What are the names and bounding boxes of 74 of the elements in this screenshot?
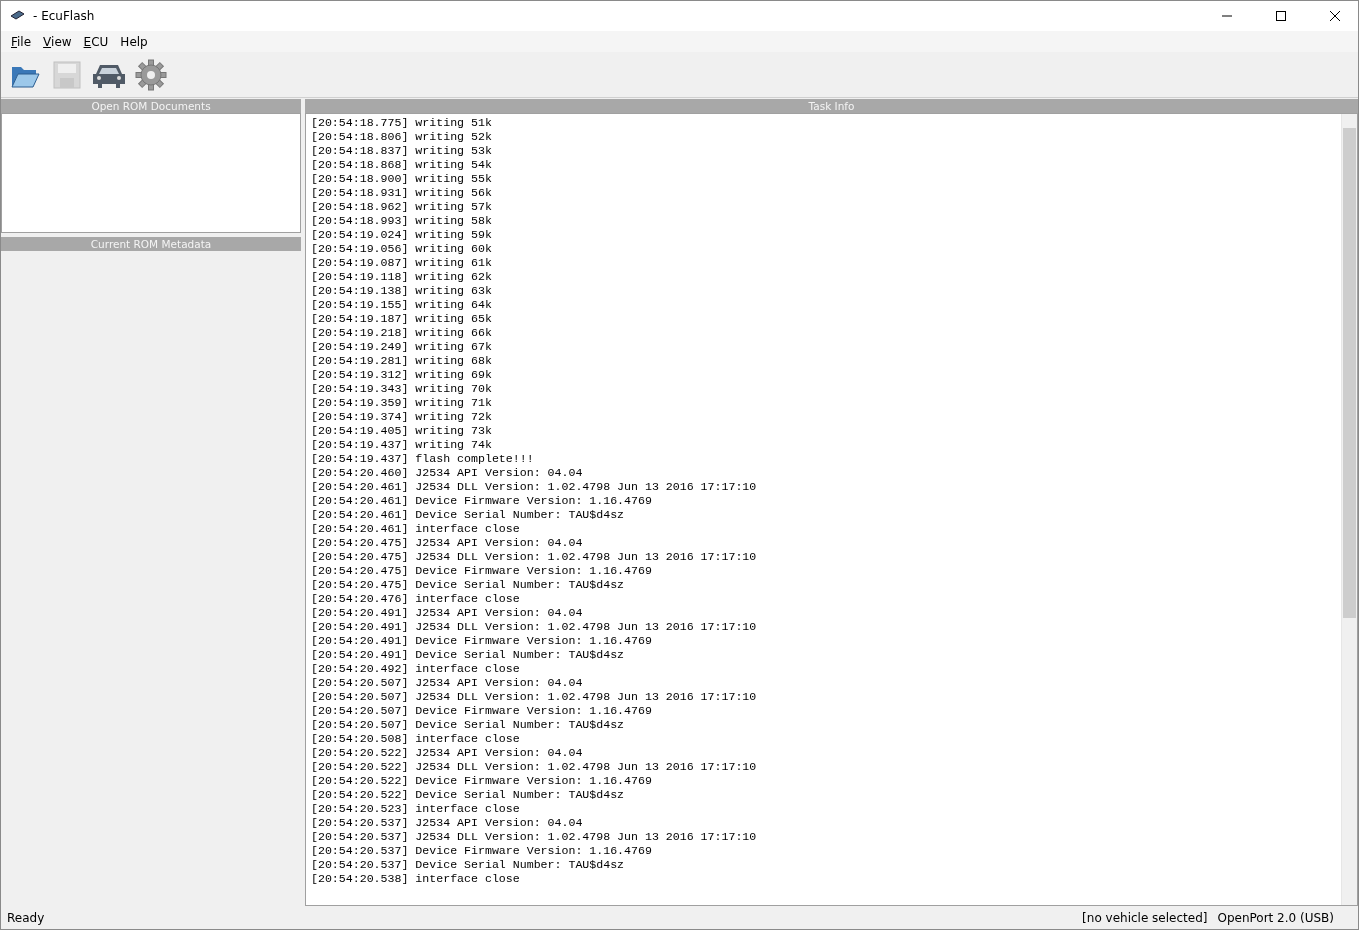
log-line: [20:54:18.931] writing 56k bbox=[311, 186, 493, 200]
log-line: [20:54:20.491] Device Firmware Version: 1.16.4769 bbox=[311, 634, 653, 648]
log-line: [20:54:20.522] J2534 API Version: 04.04 bbox=[311, 746, 584, 760]
menu-item[interactable]: ECU bbox=[77, 34, 115, 49]
log-line: [20:54:19.024] writing 59k bbox=[311, 228, 493, 242]
log-line: [20:54:20.522] Device Firmware Version: 1.16.4769 bbox=[311, 774, 653, 788]
log-line: [20:54:20.523] interface close bbox=[311, 802, 521, 816]
log-line: [20:54:20.475] J2534 API Version: 04.04 bbox=[311, 536, 584, 550]
log-line: [20:54:19.281] writing 68k bbox=[311, 354, 493, 368]
maximize-icon bbox=[1276, 11, 1286, 21]
close-icon bbox=[1330, 11, 1340, 21]
status-message: Ready bbox=[7, 910, 45, 925]
log-line: [20:54:20.491] Device Serial Number: TAU$d4sz bbox=[311, 648, 626, 662]
log-line: [20:54:20.491] J2534 DLL Version: 1.02.4798 Jun 13 2016 17:17:10 bbox=[311, 620, 758, 634]
log-line: [20:54:20.492] interface close bbox=[311, 662, 521, 676]
log-line: [20:54:20.461] J2534 DLL Version: 1.02.4798 Jun 13 2016 17:17:10 bbox=[311, 480, 758, 494]
log-line: [20:54:20.522] Device Serial Number: TAU$d4sz bbox=[311, 788, 626, 802]
log-line: [20:54:20.522] J2534 DLL Version: 1.02.4798 Jun 13 2016 17:17:10 bbox=[311, 760, 758, 774]
log-line: [20:54:19.359] writing 71k bbox=[311, 396, 493, 410]
log-line: [20:54:18.900] writing 55k bbox=[311, 172, 493, 186]
log-line: [20:54:19.118] writing 62k bbox=[311, 270, 493, 284]
log-line: [20:54:20.491] J2534 API Version: 04.04 bbox=[311, 606, 584, 620]
log-line: [20:54:18.993] writing 58k bbox=[311, 214, 493, 228]
log-line: [20:54:18.837] writing 53k bbox=[311, 144, 493, 158]
documents-list[interactable] bbox=[1, 113, 301, 233]
log-line: [20:54:19.056] writing 60k bbox=[311, 242, 493, 256]
panel-header: Task Info bbox=[305, 99, 1358, 113]
log-line: [20:54:20.507] J2534 API Version: 04.04 bbox=[311, 676, 584, 690]
log-line: [20:54:19.155] writing 64k bbox=[311, 298, 493, 312]
scrollbar[interactable] bbox=[1341, 114, 1357, 905]
log-line: [20:54:20.507] J2534 DLL Version: 1.02.4798 Jun 13 2016 17:17:10 bbox=[311, 690, 758, 704]
log-line: [20:54:20.538] interface close bbox=[311, 872, 521, 886]
log-line: [20:54:20.461] Device Serial Number: TAU$d4sz bbox=[311, 508, 626, 522]
window-title: - EcuFlash bbox=[33, 9, 95, 23]
log-line: [20:54:20.475] Device Firmware Version: 1.16.4769 bbox=[311, 564, 653, 578]
log-line: [20:54:20.507] Device Firmware Version: 1.16.4769 bbox=[311, 704, 653, 718]
log-line: [20:54:19.087] writing 61k bbox=[311, 256, 493, 270]
scrollbar-thumb[interactable] bbox=[1343, 128, 1356, 618]
log-line: [20:54:19.437] writing 74k bbox=[311, 438, 493, 452]
log-line: [20:54:20.537] Device Firmware Version: 1.16.4769 bbox=[311, 844, 653, 858]
log-line: [20:54:19.312] writing 69k bbox=[311, 368, 493, 382]
log-line: [20:54:19.437] flash complete!!! bbox=[311, 452, 535, 466]
log-line: [20:54:20.476] interface close bbox=[311, 592, 521, 606]
log-line: [20:54:20.460] J2534 API Version: 04.04 bbox=[311, 466, 584, 480]
log-line: [20:54:20.537] J2534 API Version: 04.04 bbox=[311, 816, 584, 830]
log-line: [20:54:20.508] interface close bbox=[311, 732, 521, 746]
log-line: [20:54:19.249] writing 67k bbox=[311, 340, 493, 354]
log-line: [20:54:20.461] Device Firmware Version: 1.16.4769 bbox=[311, 494, 653, 508]
menu-item[interactable]: Help bbox=[114, 34, 154, 49]
log-line: [20:54:20.475] Device Serial Number: TAU$d4sz bbox=[311, 578, 626, 592]
panel-header: Current ROM Metadata bbox=[1, 237, 301, 251]
log-line: [20:54:19.343] writing 70k bbox=[311, 382, 493, 396]
log-line: [20:54:19.218] writing 66k bbox=[311, 326, 493, 340]
panel-header: Open ROM Documents bbox=[1, 99, 301, 113]
menu-item[interactable]: File bbox=[5, 34, 38, 49]
chip-icon bbox=[9, 10, 25, 22]
log-line: [20:54:20.461] interface close bbox=[311, 522, 521, 536]
log-line: [20:54:20.537] Device Serial Number: TAU$d4sz bbox=[311, 858, 626, 872]
log-line: [20:54:20.507] Device Serial Number: TAU$d4sz bbox=[311, 718, 626, 732]
log-line: [20:54:19.138] writing 63k bbox=[311, 284, 493, 298]
toolbar-button[interactable] bbox=[133, 56, 169, 93]
log-line: [20:54:19.187] writing 65k bbox=[311, 312, 493, 326]
vehicle-status: [no vehicle selected] bbox=[1082, 910, 1208, 925]
log-line: [20:54:18.962] writing 57k bbox=[311, 200, 493, 214]
log-line: [20:54:18.775] writing 51k bbox=[311, 116, 493, 130]
log-line: [20:54:20.537] J2534 DLL Version: 1.02.4798 Jun 13 2016 17:17:10 bbox=[311, 830, 758, 844]
gear-icon bbox=[135, 58, 167, 91]
log-line: [20:54:20.475] J2534 DLL Version: 1.02.4798 Jun 13 2016 17:17:10 bbox=[311, 550, 758, 564]
log-line: [20:54:19.374] writing 72k bbox=[311, 410, 493, 424]
interface-status: OpenPort 2.0 (USB) bbox=[1217, 910, 1334, 925]
log-line: [20:54:18.806] writing 52k bbox=[311, 130, 493, 144]
menu-item[interactable]: View bbox=[37, 34, 78, 49]
log-line: [20:54:19.405] writing 73k bbox=[311, 424, 493, 438]
log-line: [20:54:18.868] writing 54k bbox=[311, 158, 493, 172]
